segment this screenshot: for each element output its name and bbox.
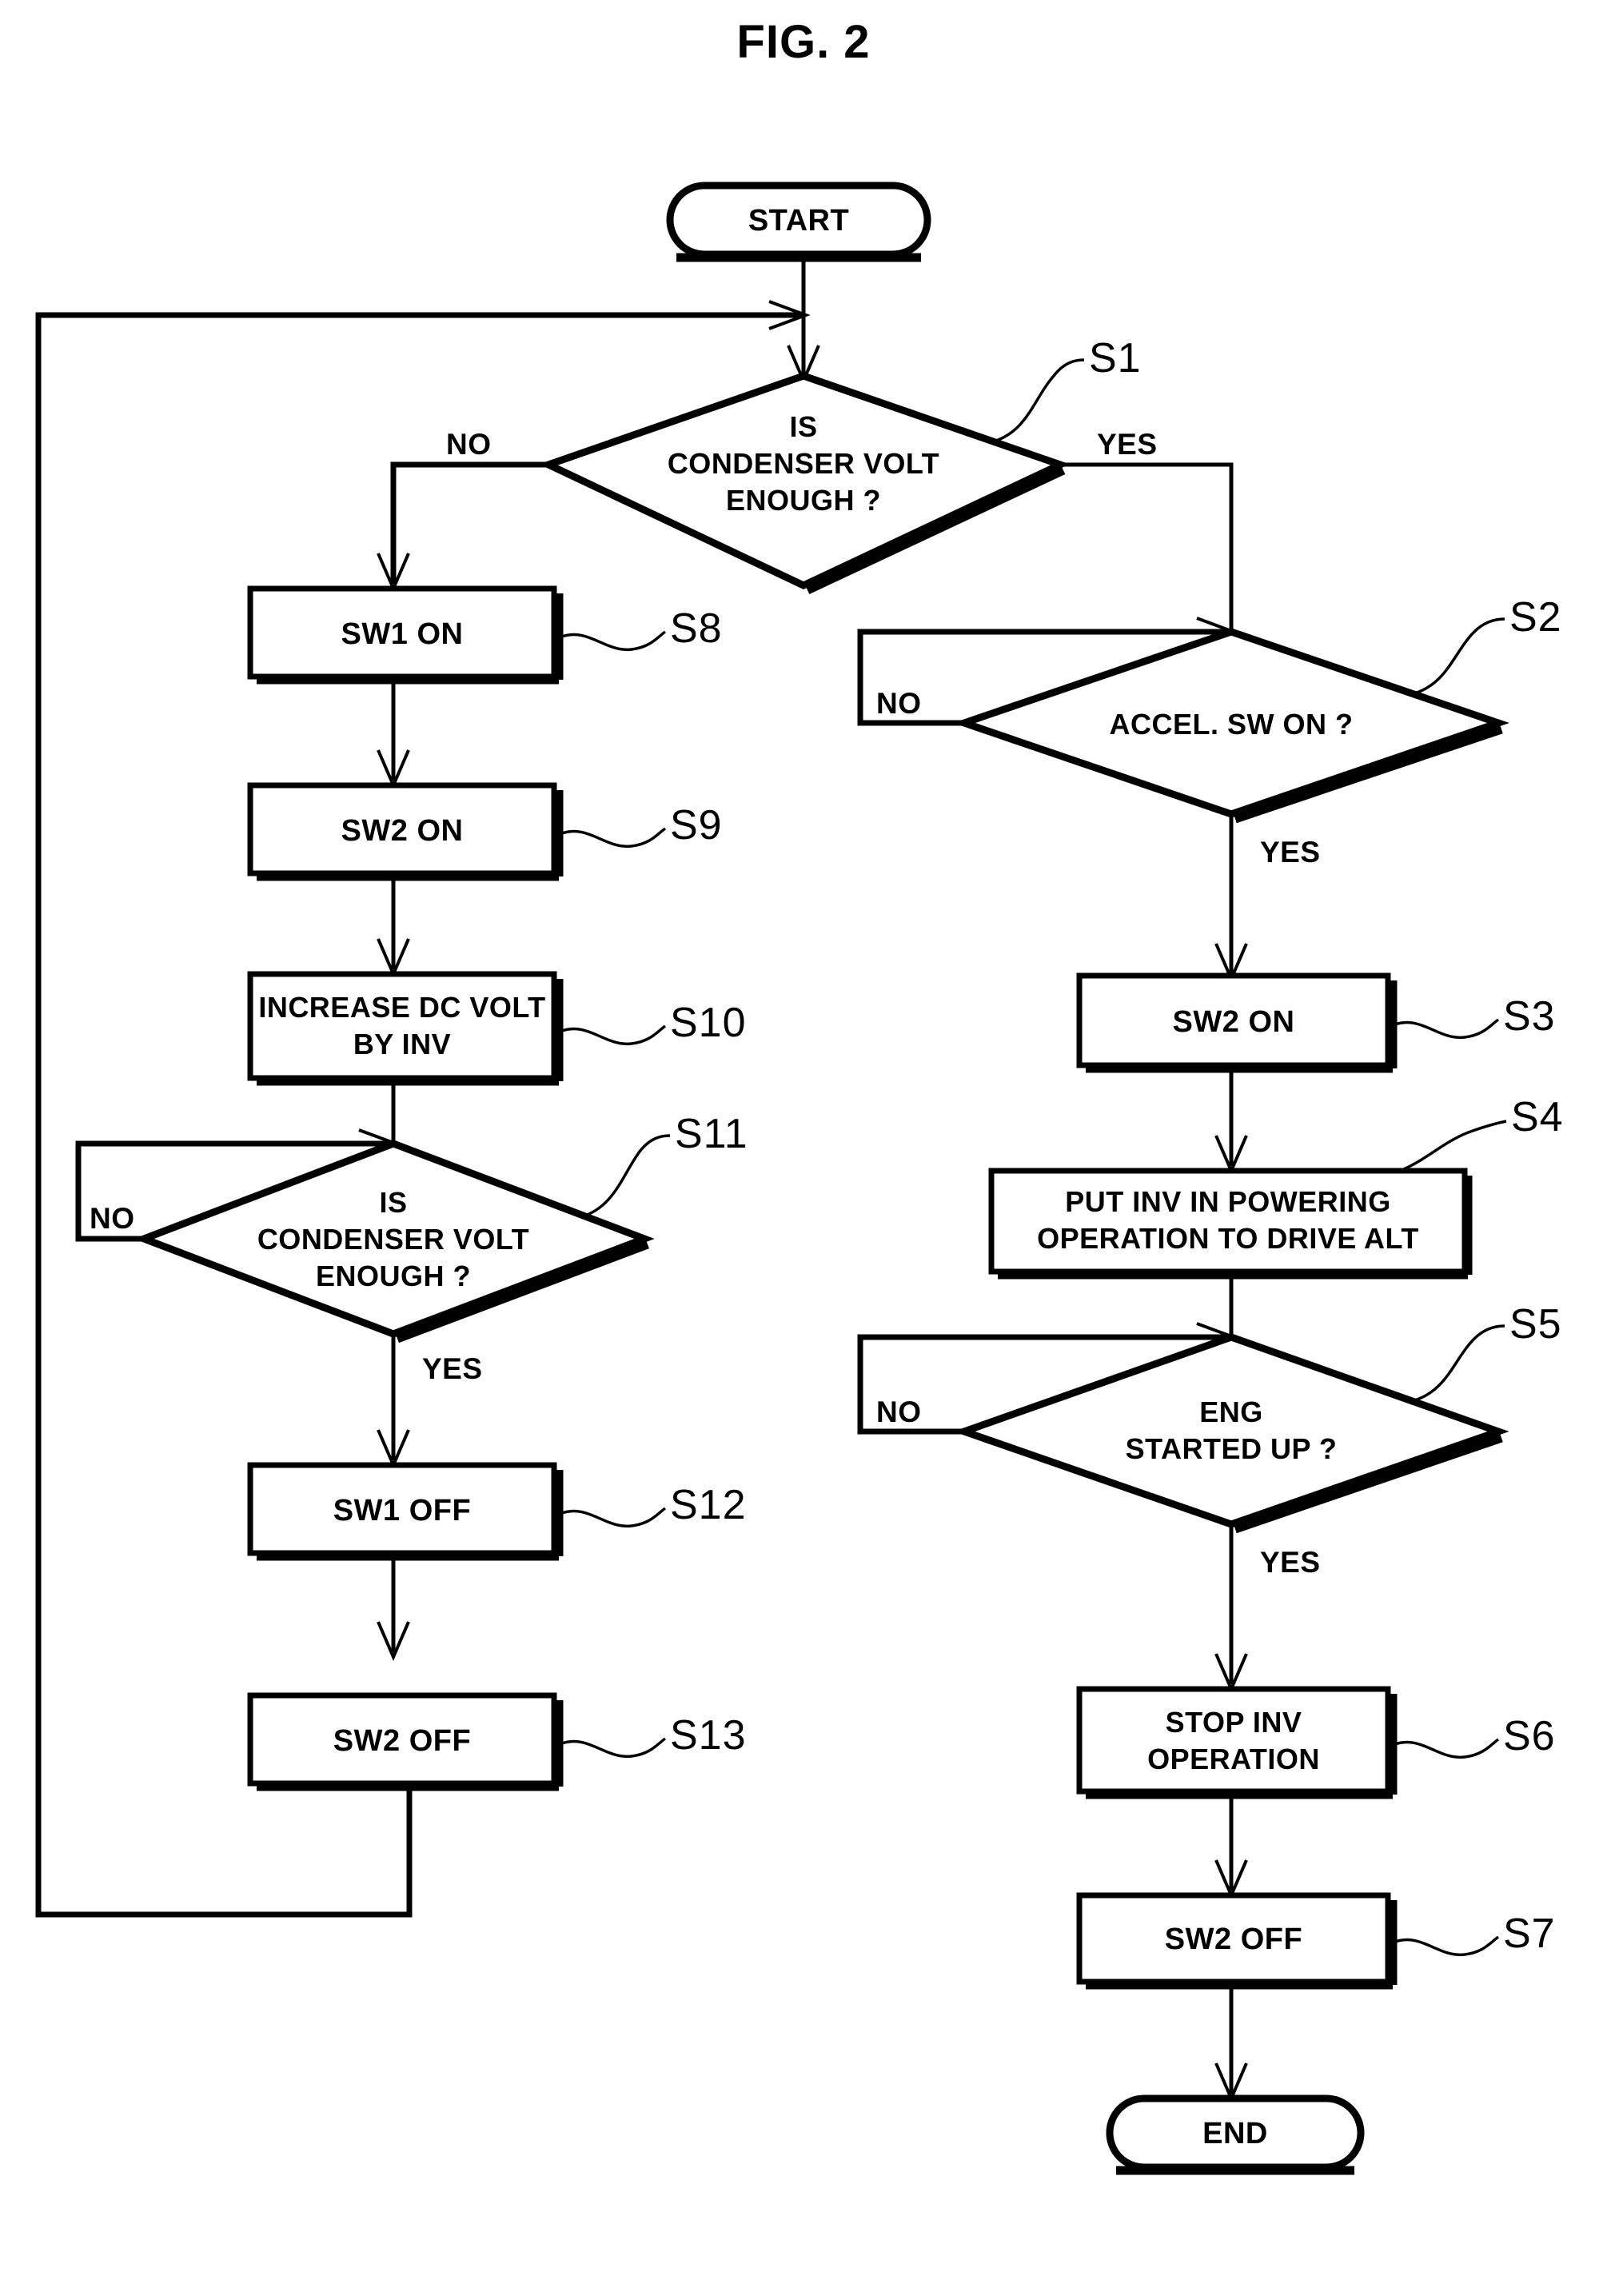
node-s3: SW2 ON [1076,972,1398,1073]
s5-line1: ENG [1199,1396,1263,1428]
s10-line2: BY INV [353,1028,451,1060]
node-end: END [1106,2094,1365,2175]
s12-label: SW1 OFF [333,1494,471,1527]
node-s9: SW2 ON [247,782,564,881]
end-label: END [1202,2117,1268,2150]
node-start: START [666,182,931,262]
s4-step-callout: S4 [1395,1094,1564,1174]
s8-label: SW1 ON [341,617,464,651]
s3-leader [1392,1018,1500,1039]
s12-step-callout: S12 [559,1482,747,1528]
s1-step-ref: S1 [1089,335,1142,381]
s11-step-ref: S11 [675,1111,748,1157]
s4-step-ref: S4 [1511,1094,1564,1140]
s1-line1: IS [789,410,817,443]
s5-line2: STARTED UP ? [1126,1432,1338,1465]
s4-line2: OPERATION TO DRIVE ALT [1037,1222,1419,1255]
s5-leader [1411,1324,1505,1403]
node-s12: SW1 OFF [247,1462,564,1561]
s2-step-callout: S2 [1411,594,1562,696]
s1-line2: CONDENSER VOLT [668,447,939,480]
s12-step-ref: S12 [670,1482,747,1528]
s13-label: SW2 OFF [333,1724,471,1758]
s3-label: SW2 ON [1173,1005,1295,1039]
s10-shape [247,971,557,1081]
s6-step-ref: S6 [1503,1713,1556,1759]
s13-step-ref: S13 [670,1712,747,1759]
flowchart-svg: FIG. 2 START IS CONDENSER VOLT ENOUGH ? … [35,16,1564,2175]
s12-leader [559,1507,667,1527]
node-s8: SW1 ON [247,585,564,685]
s3-step-callout: S3 [1392,993,1556,1040]
s11-step-callout: S11 [580,1111,748,1219]
s7-label: SW2 OFF [1165,1923,1302,1956]
s11-leader [580,1134,671,1219]
s11-line3: ENOUGH ? [316,1260,471,1292]
node-s7: SW2 OFF [1076,1892,1398,1990]
s11-no-label: NO [90,1202,135,1235]
s1-leader [991,358,1085,444]
s6-line1: STOP INV [1166,1706,1302,1739]
s4-leader [1395,1120,1507,1174]
s6-step-callout: S6 [1392,1713,1556,1759]
s6-leader [1392,1738,1500,1759]
node-s10: INCREASE DC VOLT BY INV [247,971,564,1086]
s10-step-callout: S10 [559,1000,747,1046]
s5-shape [953,1333,1509,1528]
s1-yes-label: YES [1097,428,1158,461]
s2-no-label: NO [876,687,922,720]
s10-line1: INCREASE DC VOLT [258,991,545,1024]
s6-line2: OPERATION [1147,1743,1320,1775]
s11-line1: IS [379,1186,407,1219]
node-s11: IS CONDENSER VOLT ENOUGH ? [134,1140,655,1344]
s9-step-callout: S9 [559,802,723,849]
s7-leader [1392,1935,1500,1956]
edge-s1-yes-to-s2 [1060,462,1234,632]
s13-leader [559,1737,667,1758]
node-s13: SW2 OFF [247,1692,564,1791]
start-label: START [748,204,849,238]
s5-no-label: NO [876,1396,922,1428]
figure-title: FIG. 2 [736,16,870,68]
s7-step-ref: S7 [1503,1911,1556,1957]
figure-canvas: FIG. 2 START IS CONDENSER VOLT ENOUGH ? … [0,0,1607,2296]
s13-step-callout: S13 [559,1712,747,1759]
s10-leader [559,1024,667,1045]
node-s4: PUT INV IN POWERING OPERATION TO DRIVE A… [988,1168,1473,1280]
s7-step-callout: S7 [1392,1911,1556,1957]
s9-step-ref: S9 [670,802,723,849]
s2-label: ACCEL. SW ON ? [1110,708,1354,741]
s11-yes-label: YES [422,1352,483,1385]
s2-step-ref: S2 [1509,594,1562,641]
s1-line3: ENOUGH ? [726,484,881,517]
s2-yes-label: YES [1260,836,1321,868]
s5-step-ref: S5 [1509,1301,1562,1348]
node-s6: STOP INV OPERATION [1076,1686,1398,1799]
s5-yes-label: YES [1260,1546,1321,1579]
s9-leader [559,827,667,848]
s8-leader [559,630,667,651]
node-s5: ENG STARTED UP ? [953,1333,1509,1534]
s1-step-callout: S1 [991,335,1142,444]
s5-step-callout: S5 [1411,1301,1562,1403]
s6-shape [1076,1686,1391,1795]
s1-no-label: NO [446,428,492,461]
s9-label: SW2 ON [341,814,464,848]
s1-shape [539,372,1070,589]
s4-line1: PUT INV IN POWERING [1065,1185,1391,1218]
s8-step-callout: S8 [559,605,723,652]
s8-step-ref: S8 [670,605,723,652]
s3-step-ref: S3 [1503,993,1556,1040]
s2-leader [1411,617,1505,696]
edge-s1-no-to-s8 [390,461,548,584]
node-s1: IS CONDENSER VOLT ENOUGH ? [539,372,1070,594]
node-s2: ACCEL. SW ON ? [953,628,1509,824]
s11-line2: CONDENSER VOLT [257,1223,529,1256]
s10-step-ref: S10 [670,1000,747,1046]
